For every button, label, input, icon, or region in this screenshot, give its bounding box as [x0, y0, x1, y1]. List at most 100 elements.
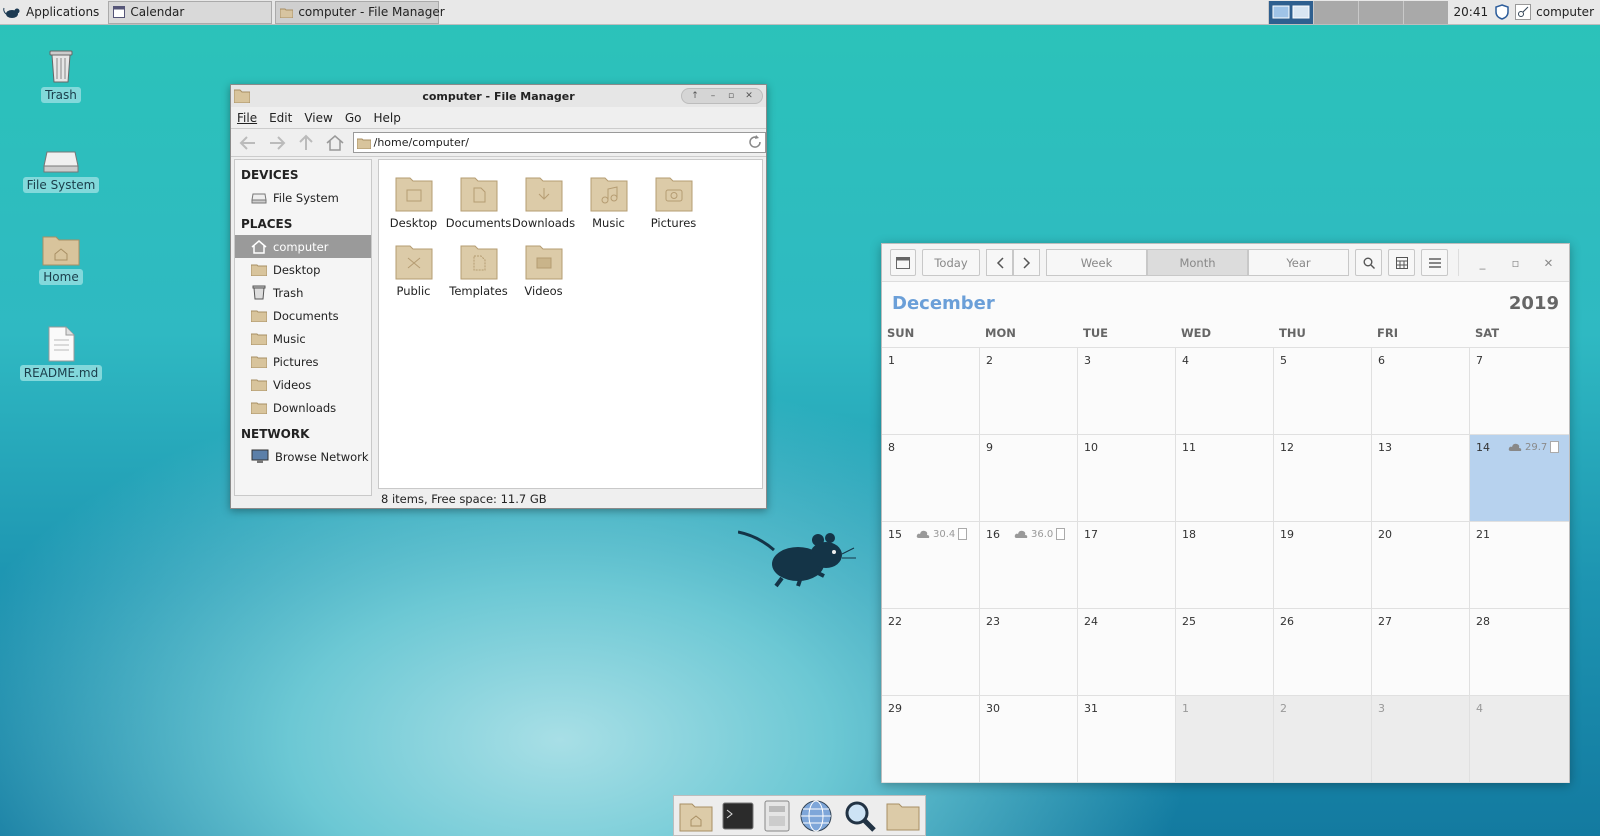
maximize-button[interactable]: ▫ [723, 91, 739, 101]
web-browser-icon[interactable] [799, 799, 833, 833]
location-bar[interactable]: /home/computer/ [352, 132, 766, 153]
calendar-app-icon[interactable] [890, 249, 916, 276]
day-cell[interactable]: 11 [1176, 435, 1274, 522]
day-cell[interactable]: 10 [1078, 435, 1176, 522]
minimize-button[interactable]: – [705, 91, 721, 101]
calendar-list-icon[interactable] [1388, 249, 1415, 276]
pin-icon[interactable]: ↑ [687, 91, 703, 101]
day-cell[interactable]: 1 [882, 348, 980, 435]
day-cell-next-month[interactable]: 4 [1470, 696, 1569, 783]
file-item-music[interactable]: Music [576, 170, 641, 230]
desktop-icon-home[interactable]: Home [21, 232, 101, 285]
file-item-documents[interactable]: Documents [446, 170, 511, 230]
previous-arrow-icon[interactable] [986, 249, 1013, 276]
day-cell[interactable]: 5 [1274, 348, 1372, 435]
forward-arrow-icon[interactable] [266, 132, 288, 154]
day-cell[interactable]: 3 [1078, 348, 1176, 435]
reload-icon[interactable] [748, 135, 762, 149]
taskbar-item-calendar[interactable]: Calendar [108, 0, 273, 24]
menu-file[interactable]: File [231, 111, 263, 125]
sidebar-item-desktop[interactable]: Desktop [235, 258, 371, 281]
day-cell[interactable]: 23 [980, 609, 1078, 696]
day-cell[interactable]: 25 [1176, 609, 1274, 696]
day-cell[interactable]: 28 [1470, 609, 1569, 696]
day-cell[interactable]: 16 36.0 [980, 522, 1078, 609]
sidebar-item-computer[interactable]: computer [235, 235, 371, 258]
day-cell-next-month[interactable]: 3 [1372, 696, 1470, 783]
day-cell[interactable]: 20 [1372, 522, 1470, 609]
sidebar-item-documents[interactable]: Documents [235, 304, 371, 327]
sidebar-item-file-system[interactable]: File System [235, 186, 371, 209]
file-item-desktop[interactable]: Desktop [381, 170, 446, 230]
day-cell[interactable]: 24 [1078, 609, 1176, 696]
file-item-templates[interactable]: Templates [446, 238, 511, 298]
day-cell[interactable]: 27 [1372, 609, 1470, 696]
desktop-icon-readme[interactable]: README.md [19, 326, 103, 381]
close-button[interactable]: ✕ [741, 91, 757, 101]
file-view[interactable]: Desktop Documents Downloads Music Pictur… [378, 159, 763, 489]
workspace-3[interactable] [1357, 0, 1403, 24]
day-cell[interactable]: 13 [1372, 435, 1470, 522]
sidebar-item-browse-network[interactable]: Browse Network [235, 445, 371, 468]
menu-edit[interactable]: Edit [263, 111, 298, 125]
minimize-button[interactable]: _ [1469, 249, 1496, 276]
day-cell[interactable]: 29 [882, 696, 980, 783]
day-cell-next-month[interactable]: 1 [1176, 696, 1274, 783]
view-year-button[interactable]: Year [1248, 249, 1349, 276]
taskbar-item-file-manager[interactable]: computer - File Manager [275, 0, 445, 24]
clock[interactable]: 20:41 [1448, 1, 1493, 24]
day-cell[interactable]: 6 [1372, 348, 1470, 435]
shield-icon[interactable] [1492, 1, 1512, 24]
workspace-1[interactable] [1267, 0, 1313, 24]
menu-help[interactable]: Help [367, 111, 406, 125]
file-item-videos[interactable]: Videos [511, 238, 576, 298]
day-cell[interactable]: 4 [1176, 348, 1274, 435]
day-cell[interactable]: 17 [1078, 522, 1176, 609]
user-menu[interactable]: computer [1512, 1, 1600, 24]
day-cell[interactable]: 8 [882, 435, 980, 522]
close-button[interactable]: ✕ [1535, 249, 1562, 276]
file-manager-titlebar[interactable]: computer - File Manager ↑ – ▫ ✕ [231, 85, 766, 107]
view-month-button[interactable]: Month [1147, 249, 1248, 276]
day-cell[interactable]: 22 [882, 609, 980, 696]
folder-icon[interactable] [886, 801, 920, 831]
menu-go[interactable]: Go [339, 111, 368, 125]
file-manager-icon[interactable] [764, 800, 790, 832]
day-cell[interactable]: 21 [1470, 522, 1569, 609]
up-arrow-icon[interactable] [295, 132, 317, 154]
view-week-button[interactable]: Week [1046, 249, 1147, 276]
sidebar-item-pictures[interactable]: Pictures [235, 350, 371, 373]
sidebar-item-videos[interactable]: Videos [235, 373, 371, 396]
today-button[interactable]: Today [922, 249, 980, 276]
day-cell[interactable]: 30 [980, 696, 1078, 783]
day-cell[interactable]: 31 [1078, 696, 1176, 783]
desktop-icon-trash[interactable]: Trash [21, 46, 101, 103]
file-item-public[interactable]: Public [381, 238, 446, 298]
day-cell[interactable]: 2 [980, 348, 1078, 435]
day-cell[interactable]: 12 [1274, 435, 1372, 522]
day-cell[interactable]: 19 [1274, 522, 1372, 609]
search-icon[interactable] [843, 799, 877, 833]
day-cell[interactable]: 26 [1274, 609, 1372, 696]
desktop-icon-file-system[interactable]: File System [21, 146, 101, 193]
day-cell[interactable]: 9 [980, 435, 1078, 522]
day-cell[interactable]: 15 30.4 [882, 522, 980, 609]
day-cell-next-month[interactable]: 2 [1274, 696, 1372, 783]
terminal-icon[interactable] [722, 802, 754, 830]
workspace-2[interactable] [1312, 0, 1358, 24]
back-arrow-icon[interactable] [237, 132, 259, 154]
file-item-pictures[interactable]: Pictures [641, 170, 706, 230]
search-icon[interactable] [1355, 249, 1382, 276]
hamburger-menu-icon[interactable] [1421, 249, 1448, 276]
next-arrow-icon[interactable] [1013, 249, 1040, 276]
day-cell[interactable]: 18 [1176, 522, 1274, 609]
sidebar-item-music[interactable]: Music [235, 327, 371, 350]
day-cell[interactable]: 7 [1470, 348, 1569, 435]
sidebar-item-downloads[interactable]: Downloads [235, 396, 371, 419]
file-item-downloads[interactable]: Downloads [511, 170, 576, 230]
home-folder-icon[interactable] [679, 800, 713, 832]
menu-view[interactable]: View [298, 111, 338, 125]
applications-menu-button[interactable]: Applications [0, 1, 105, 24]
maximize-button[interactable]: ▫ [1502, 249, 1529, 276]
day-cell-today[interactable]: 14 29.7 [1470, 435, 1569, 522]
